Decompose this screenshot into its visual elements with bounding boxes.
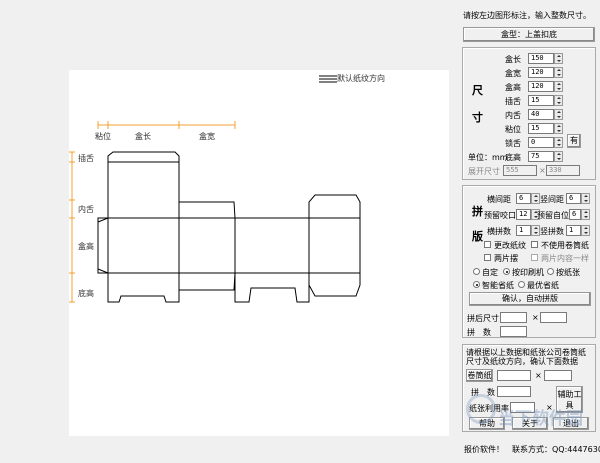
footer-contact: 报价软件！ 联系方式：QQ:444763070 — [464, 445, 600, 454]
dim-label-length: 盒长 — [135, 132, 151, 141]
grain-direction-label: 默认纸纹方向 — [337, 74, 385, 83]
tuck-input[interactable]: 15 — [528, 95, 554, 106]
v-count-label: 竖拼数 — [540, 227, 564, 236]
grain-direction-icon — [319, 75, 337, 83]
impose-title-1: 拼 — [472, 205, 483, 218]
field-label-lock: 锁舌 — [505, 139, 521, 148]
height-input[interactable]: 120 — [528, 81, 554, 92]
field-label-height: 盒高 — [505, 83, 521, 92]
radio-by-paper-label: 按纸张 — [556, 268, 580, 277]
h-count-label: 横拼数 — [487, 227, 511, 236]
same-content-label: 两片内容一样 — [541, 254, 589, 263]
length-spinner[interactable] — [554, 53, 563, 64]
field-label-width: 盒宽 — [505, 69, 521, 78]
tuck-spinner[interactable] — [554, 95, 563, 106]
field-label-bottom: 底高 — [505, 153, 521, 162]
after-width-field — [500, 312, 527, 323]
radio-custom[interactable] — [473, 268, 480, 275]
dim-label-glue: 粘位 — [95, 132, 111, 141]
radio-smart-save[interactable] — [473, 281, 480, 288]
h-count-spinner[interactable] — [531, 225, 540, 236]
two-piece-label: 两片摆 — [494, 254, 518, 263]
no-roll-checkbox[interactable] — [531, 241, 538, 248]
width-input[interactable]: 120 — [528, 67, 554, 78]
paper-note: 请根据以上数据和纸张公司卷筒纸尺寸及纸纹方向，确认下面数据 — [466, 348, 586, 366]
radio-by-paper[interactable] — [547, 268, 554, 275]
roll-width-input[interactable] — [497, 370, 531, 381]
glue-spinner[interactable] — [554, 123, 563, 134]
field-label-tuck: 插舌 — [505, 97, 521, 106]
paper-count-field — [497, 386, 531, 397]
radio-by-press[interactable] — [503, 268, 510, 275]
h-gap-label: 横间距 — [487, 195, 511, 204]
unfold-height-field: 330 — [546, 165, 580, 176]
no-roll-label: 不使用卷筒纸 — [541, 241, 589, 250]
same-content-checkbox[interactable] — [531, 254, 538, 261]
unfold-width-field: 555 — [503, 165, 537, 176]
impose-count-label: 拼 数 — [467, 328, 491, 337]
size-title-2: 寸 — [472, 111, 483, 124]
bottom-input[interactable]: 75 — [528, 151, 554, 162]
field-label-glue: 粘位 — [505, 125, 521, 134]
h-gap-spinner[interactable] — [531, 193, 540, 204]
dim-label-bottom: 底高 — [78, 289, 94, 298]
side-input[interactable]: 6 — [569, 209, 581, 220]
v-gap-label: 竖间距 — [540, 195, 564, 204]
radio-by-press-label: 按印刷机 — [512, 268, 544, 277]
radio-smart-save-label: 智能省纸 — [482, 281, 514, 290]
bite-label: 预留咬口 — [484, 211, 516, 220]
v-count-spinner[interactable] — [581, 225, 590, 236]
after-size-label: 拼后尺寸 — [467, 314, 499, 323]
watermark-text: 当下软件园 — [498, 409, 583, 429]
unfold-size-label: 展开尺寸 — [468, 167, 500, 176]
width-spinner[interactable] — [554, 67, 563, 78]
bottom-spinner[interactable] — [554, 151, 563, 162]
radio-custom-label: 自定 — [482, 268, 498, 277]
glue-input[interactable]: 15 — [528, 123, 554, 134]
dim-label-width: 盒宽 — [199, 132, 215, 141]
field-label-length: 盒长 — [505, 55, 521, 64]
radio-best-save[interactable] — [518, 281, 525, 288]
dim-label-inner-tuck: 内舌 — [78, 205, 94, 214]
two-piece-checkbox[interactable] — [484, 254, 491, 261]
roll-times: × — [535, 371, 542, 380]
h-gap-input[interactable]: 6 — [516, 193, 531, 204]
impose-count-field — [500, 326, 527, 337]
radio-best-save-label: 最优省纸 — [527, 281, 559, 290]
side-label: 预留自位 — [537, 211, 569, 220]
box-type-button[interactable]: 盒型：上盖扣底 — [463, 27, 595, 42]
field-label-inner-tuck: 内舌 — [505, 111, 521, 120]
lock-spinner[interactable] — [554, 137, 563, 148]
after-height-field — [540, 312, 567, 323]
inner-tuck-input[interactable]: 40 — [528, 109, 554, 120]
side-spinner[interactable] — [581, 209, 590, 220]
bite-input[interactable]: 12 — [516, 209, 531, 220]
v-gap-spinner[interactable] — [581, 193, 590, 204]
v-gap-input[interactable]: 6 — [566, 193, 581, 204]
after-times: × — [532, 313, 539, 322]
unit-label: 单位：mm — [468, 153, 508, 162]
lock-toggle-button[interactable]: 有 — [567, 134, 581, 148]
dim-label-height: 盒高 — [78, 242, 94, 251]
inner-tuck-spinner[interactable] — [554, 109, 563, 120]
instruction-text: 请按左边图形标注，输入整数尺寸。 — [463, 11, 591, 20]
length-input[interactable]: 150 — [528, 53, 554, 64]
diagram-canvas: 默认纸纹方向 粘位 盒长 盒宽 插舌 内舌 盒高 底高 — [69, 70, 449, 436]
auto-impose-button[interactable]: 确认，自动拼版 — [469, 292, 591, 306]
height-spinner[interactable] — [554, 81, 563, 92]
change-grain-label: 更改纸纹 — [494, 241, 526, 250]
v-count-input[interactable]: 1 — [566, 225, 581, 236]
roll-height-input[interactable] — [544, 370, 572, 381]
unfold-times: × — [539, 166, 546, 175]
roll-paper-button[interactable]: 卷筒纸 — [466, 369, 493, 382]
lock-input[interactable]: 0 — [528, 137, 554, 148]
watermark-logo-icon — [466, 394, 496, 424]
dieline-shape — [97, 151, 361, 303]
impose-title-2: 版 — [472, 230, 483, 243]
size-title-1: 尺 — [472, 84, 483, 97]
change-grain-checkbox[interactable] — [484, 241, 491, 248]
dim-label-tuck: 插舌 — [78, 154, 94, 163]
box-dieline-diagram — [69, 75, 361, 303]
h-count-input[interactable]: 1 — [516, 225, 531, 236]
